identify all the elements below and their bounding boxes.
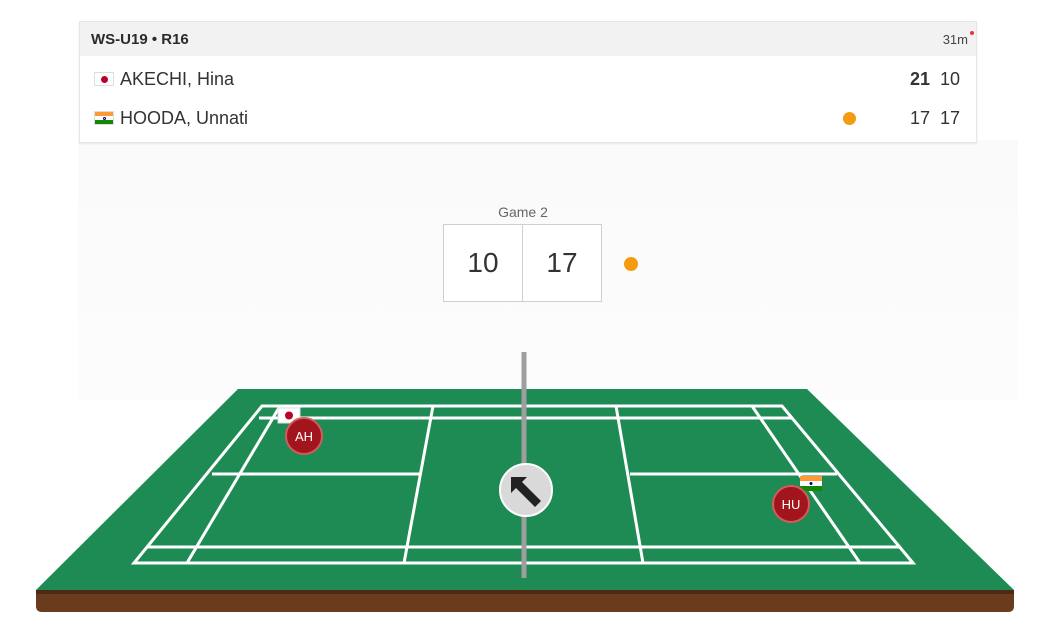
badminton-court: AH HU <box>36 352 1014 612</box>
court-base-edge <box>36 590 1014 594</box>
player-initials: AH <box>295 429 313 444</box>
arrow-up-left-icon <box>499 463 553 517</box>
india-flag-icon <box>800 476 822 481</box>
player-initials: HU <box>782 497 801 512</box>
